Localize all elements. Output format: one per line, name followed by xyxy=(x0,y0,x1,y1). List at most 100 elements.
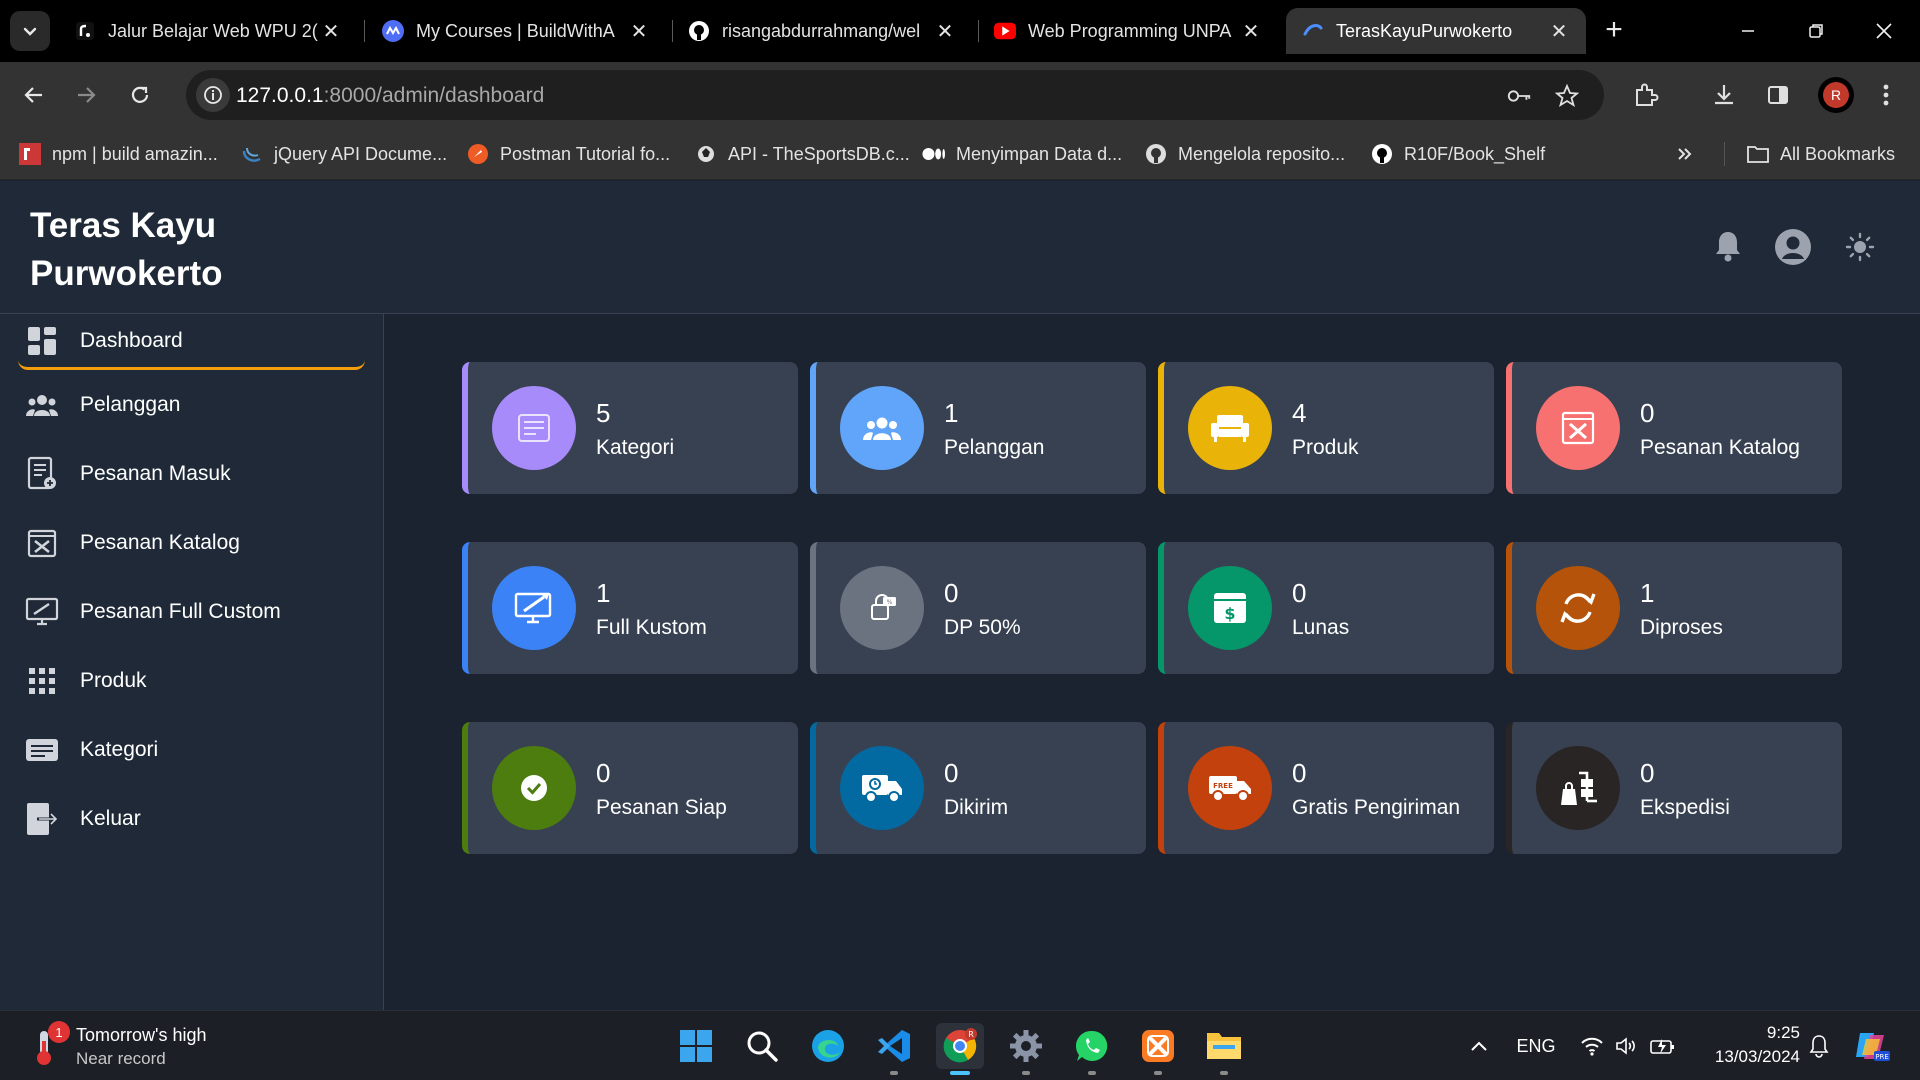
start-button[interactable] xyxy=(672,1023,720,1069)
sidebar-item-dashboard[interactable]: Dashboard xyxy=(18,314,365,370)
close-icon[interactable]: ✕ xyxy=(1240,20,1262,43)
bookmark-item[interactable]: Postman Tutorial fo... xyxy=(466,140,670,168)
bookmark-star-icon[interactable] xyxy=(1554,83,1580,109)
stat-count: 0 xyxy=(944,758,959,788)
bookmark-item[interactable]: API - TheSportsDB.c... xyxy=(694,140,910,168)
users-icon xyxy=(24,387,60,423)
back-button[interactable] xyxy=(14,75,54,115)
tab-search-button[interactable] xyxy=(10,11,50,51)
stat-count: 1 xyxy=(596,578,611,608)
postman-icon xyxy=(466,142,490,166)
restore-button[interactable] xyxy=(1782,0,1850,62)
bookmark-label: Menyimpan Data d... xyxy=(956,143,1123,164)
stat-card-pelanggan[interactable]: 1 Pelanggan xyxy=(810,362,1146,494)
logout-icon xyxy=(24,801,60,837)
stat-card-diproses[interactable]: 1 Diproses xyxy=(1506,542,1842,674)
taskbar-xampp[interactable] xyxy=(1134,1023,1182,1075)
stat-card-full-kustom[interactable]: 1 Full Kustom xyxy=(462,542,798,674)
address-bar[interactable]: 127.0.0.1:8000/admin/dashboard xyxy=(186,70,1604,120)
taskbar-edge[interactable] xyxy=(804,1023,852,1069)
notification-bell-icon[interactable] xyxy=(1711,228,1745,264)
notification-center-icon[interactable] xyxy=(1804,1031,1834,1061)
language-indicator[interactable]: ENG xyxy=(1512,1031,1560,1061)
stat-card-kategori[interactable]: 5 Kategori xyxy=(462,362,798,494)
profile-avatar[interactable]: R xyxy=(1818,77,1854,113)
stat-card-dp-50[interactable]: % 0 DP 50% xyxy=(810,542,1146,674)
close-icon[interactable]: ✕ xyxy=(320,20,342,43)
browser-tab[interactable]: Web Programming UNPA ✕ xyxy=(978,8,1278,54)
bookmark-label: jQuery API Docume... xyxy=(274,143,448,164)
close-icon[interactable]: ✕ xyxy=(934,20,956,43)
bookmark-item[interactable]: npm | build amazin... xyxy=(18,140,218,168)
stat-card-dikirim[interactable]: 0 Dikirim xyxy=(810,722,1146,854)
stat-count: 0 xyxy=(1640,758,1655,788)
close-icon[interactable]: ✕ xyxy=(628,20,650,43)
extensions-icon[interactable] xyxy=(1628,77,1664,113)
sidebar-item-label: Pesanan Masuk xyxy=(80,462,231,485)
bookmark-item[interactable]: jQuery API Docume... xyxy=(240,140,447,168)
browser-tab[interactable]: Jalur Belajar Web WPU 2( ✕ xyxy=(58,8,358,54)
bookmark-item[interactable]: Menyimpan Data d... xyxy=(922,140,1122,168)
custom-order-icon xyxy=(24,594,60,630)
system-clock[interactable]: 9:25 13/03/2024 xyxy=(1690,1021,1800,1069)
wifi-icon[interactable] xyxy=(1578,1031,1606,1061)
more-bookmarks-button[interactable] xyxy=(1676,140,1694,168)
taskbar-vscode[interactable] xyxy=(870,1023,918,1075)
sidebar-item-kategori[interactable]: Kategori xyxy=(18,722,365,778)
stat-card-lunas[interactable]: $ 0 Lunas xyxy=(1158,542,1494,674)
reload-button[interactable] xyxy=(120,75,160,115)
sidebar-item-pesanan-full-custom[interactable]: Pesanan Full Custom xyxy=(18,584,365,640)
sidebar-item-produk[interactable]: Produk xyxy=(18,653,365,709)
url-text[interactable]: 127.0.0.1:8000/admin/dashboard xyxy=(236,84,544,108)
browser-tab[interactable]: risangabdurrahmang/wel ✕ xyxy=(672,8,972,54)
buildwith-icon xyxy=(382,20,404,42)
taskbar-file-explorer[interactable] xyxy=(1200,1023,1248,1075)
close-window-button[interactable] xyxy=(1850,0,1918,62)
bookmark-item[interactable]: Mengelola reposito... xyxy=(1144,140,1345,168)
menu-kebab-icon[interactable] xyxy=(1868,77,1904,113)
user-avatar-icon[interactable] xyxy=(1774,228,1812,266)
minimize-button[interactable] xyxy=(1714,0,1782,62)
new-tab-button[interactable]: + xyxy=(1596,13,1632,49)
side-panel-icon[interactable] xyxy=(1760,77,1796,113)
taskbar-whatsapp[interactable] xyxy=(1068,1023,1116,1075)
stat-card-produk[interactable]: 4 Produk xyxy=(1158,362,1494,494)
bookmark-item[interactable]: R10F/Book_Shelf xyxy=(1370,140,1545,168)
stat-card-ekspedisi[interactable]: 0 Ekspedisi xyxy=(1506,722,1842,854)
browser-tab-active[interactable]: TerasKayuPurwokerto ✕ xyxy=(1286,8,1586,54)
tab-title: risangabdurrahmang/wel xyxy=(722,20,921,41)
taskbar-search-button[interactable] xyxy=(738,1023,786,1069)
expedition-icon xyxy=(1536,746,1620,830)
sidebar-item-pesanan-katalog[interactable]: Pesanan Katalog xyxy=(18,515,365,571)
taskbar-chrome[interactable]: R xyxy=(936,1023,984,1075)
sidebar-item-pesanan-masuk[interactable]: Pesanan Masuk xyxy=(18,446,365,502)
tray-overflow-button[interactable] xyxy=(1466,1031,1492,1061)
design-icon xyxy=(492,566,576,650)
weather-widget[interactable]: 1 Tomorrow's high Near record xyxy=(24,1021,274,1071)
bookmarks-bar: npm | build amazin... jQuery API Docume.… xyxy=(0,128,1920,180)
stat-label: Full Kustom xyxy=(596,616,707,639)
stat-card-pesanan-katalog[interactable]: 0 Pesanan Katalog xyxy=(1506,362,1842,494)
stat-card-gratis-pengiriman[interactable]: FREE 0 Gratis Pengiriman xyxy=(1158,722,1494,854)
password-key-icon[interactable] xyxy=(1506,83,1532,109)
tab-title: Web Programming UNPA xyxy=(1028,20,1232,41)
theme-sun-icon[interactable] xyxy=(1844,231,1876,263)
sidebar-item-pelanggan[interactable]: Pelanggan xyxy=(18,377,365,433)
all-bookmarks-button[interactable]: All Bookmarks xyxy=(1746,140,1895,168)
close-icon[interactable]: ✕ xyxy=(1548,20,1570,43)
site-info-icon[interactable] xyxy=(196,78,230,112)
reload-icon xyxy=(131,86,149,103)
stat-card-pesanan-siap[interactable]: 0 Pesanan Siap xyxy=(462,722,798,854)
copilot-icon[interactable]: PRE xyxy=(1852,1031,1892,1061)
search-icon xyxy=(747,1031,778,1062)
chevron-up-icon xyxy=(1471,1041,1487,1051)
volume-icon[interactable] xyxy=(1612,1031,1640,1061)
taskbar-settings[interactable] xyxy=(1002,1023,1050,1075)
products-icon xyxy=(24,663,60,699)
battery-charging-icon[interactable] xyxy=(1648,1031,1678,1061)
forward-button[interactable] xyxy=(66,75,106,115)
all-bookmarks-label: All Bookmarks xyxy=(1780,143,1896,164)
browser-tab[interactable]: My Courses | BuildWithA ✕ xyxy=(366,8,666,54)
download-icon[interactable] xyxy=(1706,77,1742,113)
sidebar-item-keluar[interactable]: Keluar xyxy=(18,791,365,847)
